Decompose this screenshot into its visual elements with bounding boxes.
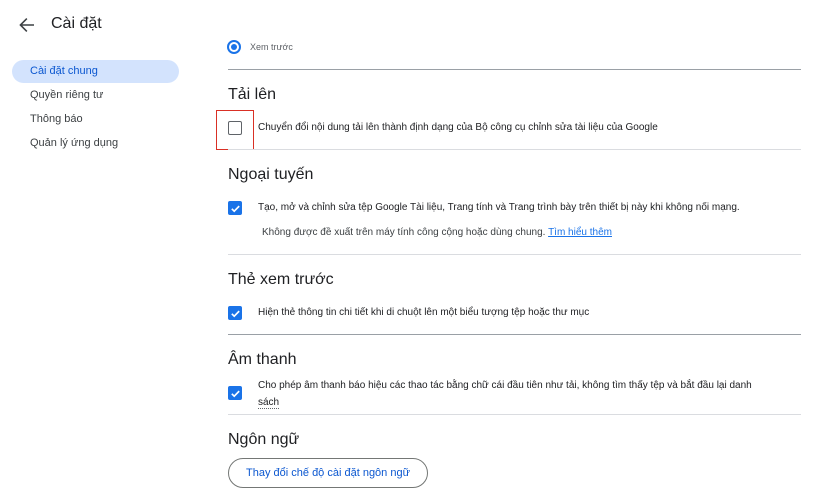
upload-convert-checkbox[interactable] [228, 121, 242, 135]
offline-note-text: Không được đề xuất trên máy tính công cộ… [262, 227, 546, 238]
preview-cards-label: Hiện thẻ thông tin chi tiết khi di chuột… [258, 307, 590, 318]
section-divider [228, 254, 801, 255]
sound-section-title: Âm thanh [228, 351, 297, 368]
sidebar-item-privacy[interactable]: Quyền riêng tư [12, 84, 179, 107]
offline-option-label: Tạo, mở và chỉnh sửa tệp Google Tài liệu… [258, 202, 740, 213]
sound-checkbox[interactable] [228, 386, 242, 400]
change-language-button[interactable]: Thay đổi chế độ cài đặt ngôn ngữ [228, 458, 428, 488]
offline-checkbox[interactable] [228, 201, 242, 215]
page-title: Cài đặt [51, 15, 102, 32]
settings-content: Xem trước Tải lên Chuyển đổi nội dung tả… [192, 0, 840, 500]
preview-radio[interactable] [227, 40, 241, 54]
check-icon [230, 310, 240, 317]
check-icon [230, 390, 240, 397]
sound-option-label: Cho phép âm thanh báo hiệu các thao tác … [258, 377, 818, 411]
arrow-back-icon [19, 18, 34, 32]
section-divider [228, 414, 801, 415]
preview-cards-checkbox[interactable] [228, 306, 242, 320]
sound-option-line2-text: sách [258, 397, 280, 409]
learn-more-link[interactable]: Tìm hiểu thêm [548, 227, 612, 238]
sidebar-item-notifications[interactable]: Thông báo [12, 108, 179, 131]
preview-radio-label: Xem trước [250, 42, 293, 52]
upload-convert-label: Chuyển đổi nội dung tải lên thành định d… [258, 122, 658, 133]
preview-cards-section-title: Thẻ xem trước [228, 271, 334, 288]
language-section-title: Ngôn ngữ [228, 431, 300, 448]
sidebar-item-general[interactable]: Cài đặt chung [12, 60, 179, 83]
radio-selected-dot [231, 44, 237, 50]
section-divider [228, 69, 801, 70]
section-divider [228, 334, 801, 335]
back-button[interactable] [14, 12, 40, 38]
section-divider [228, 149, 801, 150]
upload-section-title: Tải lên [228, 86, 277, 103]
sidebar: Cài đặt chung Quyền riêng tư Thông báo Q… [0, 50, 192, 500]
check-icon [230, 205, 240, 212]
sidebar-item-app-management[interactable]: Quản lý ứng dụng [12, 132, 179, 155]
sound-option-line2: sách [258, 394, 818, 411]
offline-note: Không được đề xuất trên máy tính công cộ… [262, 227, 612, 238]
offline-section-title: Ngoại tuyến [228, 166, 314, 183]
sound-option-line1: Cho phép âm thanh báo hiệu các thao tác … [258, 380, 752, 391]
